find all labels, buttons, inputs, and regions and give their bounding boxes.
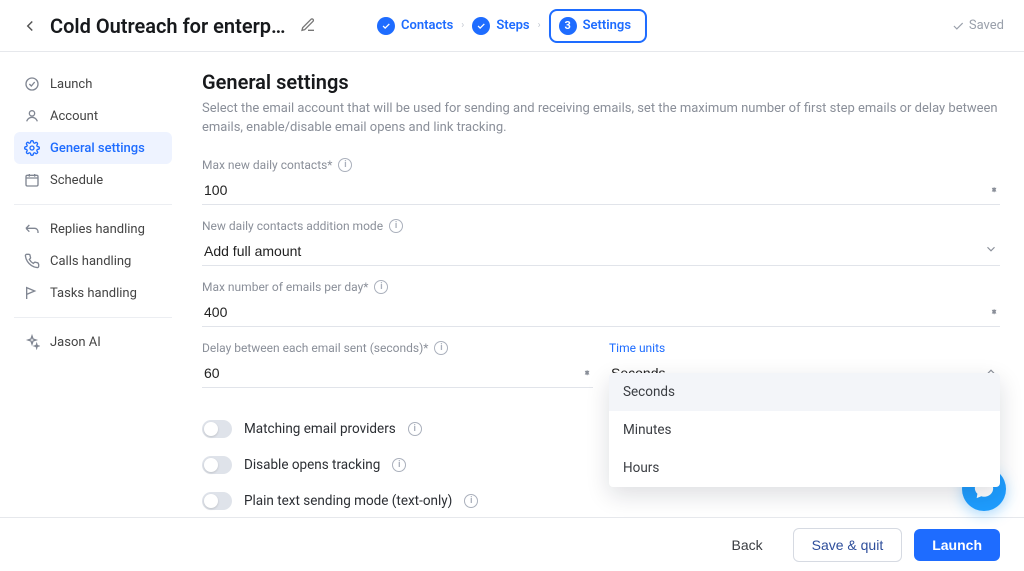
phone-icon xyxy=(24,253,40,269)
save-quit-button[interactable]: Save & quit xyxy=(793,528,903,562)
toggle-plain-text: Plain text sending mode (text-only) i xyxy=(202,483,1000,517)
saved-status: Saved xyxy=(951,18,1004,33)
step-contacts[interactable]: Contacts xyxy=(377,17,453,35)
sidebar-item-jason-ai[interactable]: Jason AI xyxy=(14,326,172,358)
step-settings[interactable]: 3 Settings xyxy=(549,9,647,43)
dropdown-option-minutes[interactable]: Minutes xyxy=(609,411,1000,449)
sidebar: Launch Account General settings Schedule… xyxy=(0,52,180,517)
top-bar: Cold Outreach for enterpre... Contacts ›… xyxy=(0,0,1024,52)
switch[interactable] xyxy=(202,456,232,474)
user-icon xyxy=(24,108,40,124)
info-icon[interactable]: i xyxy=(374,280,388,294)
flag-icon xyxy=(24,285,40,301)
field-label: Max new daily contacts* i xyxy=(202,158,1000,172)
info-icon[interactable]: i xyxy=(338,158,352,172)
sidebar-item-label: Replies handling xyxy=(50,222,145,237)
sidebar-item-general-settings[interactable]: General settings xyxy=(14,132,172,164)
dropdown-option-hours[interactable]: Hours xyxy=(609,449,1000,487)
max-new-contacts-input[interactable] xyxy=(202,176,1000,205)
sidebar-separator xyxy=(14,204,172,205)
max-emails-input[interactable] xyxy=(202,298,1000,327)
sparkle-icon xyxy=(24,334,40,350)
field-max-emails: Max number of emails per day* i ▲▼ xyxy=(202,280,1000,327)
dropdown-option-seconds[interactable]: Seconds xyxy=(609,373,1000,411)
sidebar-item-label: Launch xyxy=(50,77,92,92)
switch[interactable] xyxy=(202,492,232,510)
time-units-dropdown: Seconds Minutes Hours xyxy=(609,373,1000,487)
sidebar-item-replies[interactable]: Replies handling xyxy=(14,213,172,245)
page-title: Cold Outreach for enterpre... xyxy=(50,14,290,38)
field-delay: Delay between each email sent (seconds)*… xyxy=(202,341,593,389)
field-addition-mode: New daily contacts addition mode i xyxy=(202,219,1000,266)
main-content: General settings Select the email accoun… xyxy=(180,52,1024,517)
sidebar-item-label: Tasks handling xyxy=(50,286,137,301)
sidebar-item-tasks[interactable]: Tasks handling xyxy=(14,277,172,309)
chevron-right-icon: › xyxy=(538,20,541,31)
step-label: Settings xyxy=(583,18,631,33)
check-icon xyxy=(377,17,395,35)
reply-icon xyxy=(24,221,40,237)
wizard-stepper: Contacts › Steps › 3 Settings xyxy=(377,9,647,43)
toggle-label: Disable opens tracking xyxy=(244,457,380,473)
sidebar-item-label: General settings xyxy=(50,141,145,156)
sidebar-item-label: Schedule xyxy=(50,173,103,188)
section-heading: General settings xyxy=(202,70,1000,94)
field-label: Max number of emails per day* i xyxy=(202,280,1000,294)
delay-input[interactable] xyxy=(202,359,593,388)
info-icon[interactable]: i xyxy=(392,458,406,472)
toggle-label: Matching email providers xyxy=(244,421,396,437)
info-icon[interactable]: i xyxy=(434,341,448,355)
chevron-right-icon: › xyxy=(461,20,464,31)
check-icon xyxy=(472,17,490,35)
sidebar-separator xyxy=(14,317,172,318)
step-label: Steps xyxy=(496,18,529,33)
step-number: 3 xyxy=(559,17,577,35)
section-description: Select the email account that will be us… xyxy=(202,100,1000,138)
check-circle-icon xyxy=(24,76,40,92)
field-label: New daily contacts addition mode i xyxy=(202,219,1000,233)
sidebar-item-schedule[interactable]: Schedule xyxy=(14,164,172,196)
footer-bar: Back Save & quit Launch xyxy=(0,517,1024,571)
step-label: Contacts xyxy=(401,18,453,33)
sidebar-item-label: Calls handling xyxy=(50,254,131,269)
field-max-new-contacts: Max new daily contacts* i ▲▼ xyxy=(202,158,1000,205)
sidebar-item-label: Account xyxy=(50,109,98,124)
field-label: Delay between each email sent (seconds)*… xyxy=(202,341,593,355)
back-button[interactable]: Back xyxy=(713,529,780,561)
toggle-label: Plain text sending mode (text-only) xyxy=(244,493,452,509)
back-arrow-icon[interactable] xyxy=(20,16,40,36)
calendar-icon xyxy=(24,172,40,188)
sidebar-item-launch[interactable]: Launch xyxy=(14,68,172,100)
info-icon[interactable]: i xyxy=(389,219,403,233)
info-icon[interactable]: i xyxy=(408,422,422,436)
addition-mode-select[interactable] xyxy=(202,237,1000,266)
step-steps[interactable]: Steps xyxy=(472,17,529,35)
switch[interactable] xyxy=(202,420,232,438)
gear-icon xyxy=(24,140,40,156)
sidebar-item-account[interactable]: Account xyxy=(14,100,172,132)
edit-title-icon[interactable] xyxy=(300,17,318,35)
field-label: Time units xyxy=(609,341,1000,355)
sidebar-item-calls[interactable]: Calls handling xyxy=(14,245,172,277)
info-icon[interactable]: i xyxy=(464,494,478,508)
sidebar-item-label: Jason AI xyxy=(50,335,101,350)
field-time-units: Time units Seconds Minutes Hours xyxy=(609,341,1000,389)
launch-button[interactable]: Launch xyxy=(914,529,1000,561)
